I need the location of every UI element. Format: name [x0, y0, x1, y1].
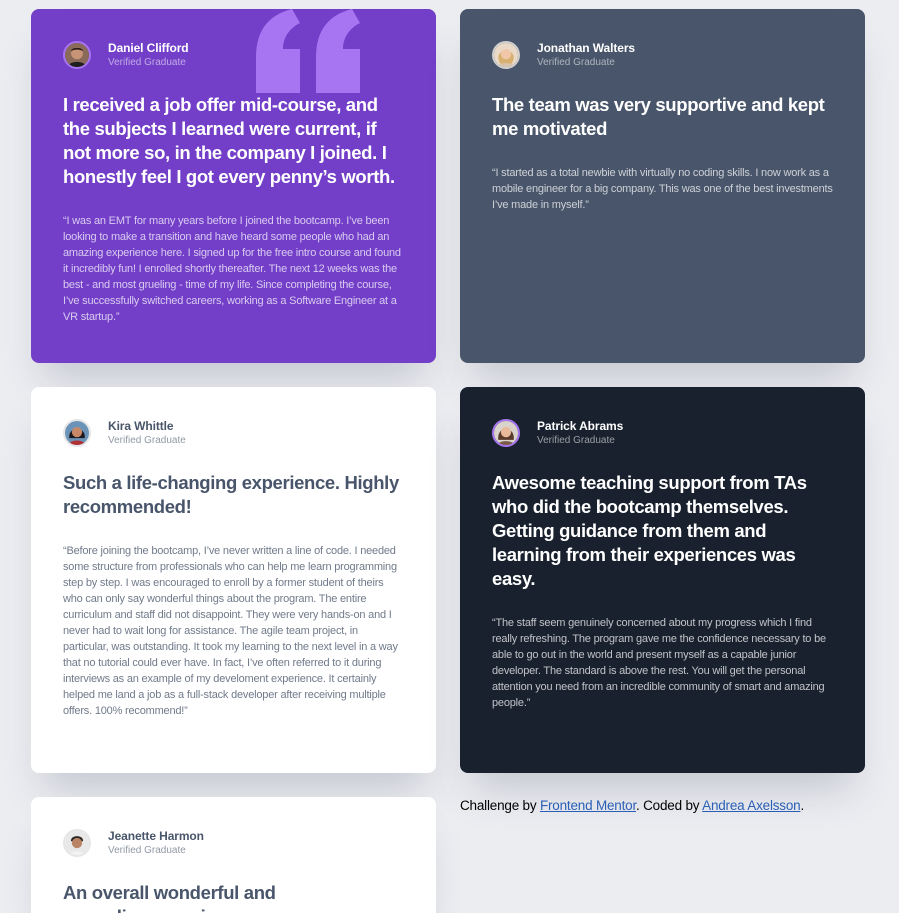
person-info: Patrick Abrams Verified Graduate: [492, 418, 833, 448]
attribution-middle: . Coded by: [636, 798, 703, 813]
person-name: Jeanette Harmon: [108, 828, 204, 843]
testimonial-headline: I received a job offer mid-course, and t…: [63, 94, 395, 187]
author-link[interactable]: Andrea Axelsson: [702, 798, 801, 813]
person-role: Verified Graduate: [537, 434, 615, 446]
person-info: Jonathan Walters Verified Graduate: [492, 40, 833, 70]
person-name: Daniel Clifford: [108, 40, 189, 55]
testimonial-headline: Awesome teaching support from TAs who di…: [492, 472, 807, 589]
testimonial-body: “The staff seem genuinely concerned abou…: [492, 617, 826, 709]
attribution-prefix: Challenge by: [460, 798, 540, 813]
person-role: Verified Graduate: [108, 434, 186, 446]
person-name: Jonathan Walters: [537, 40, 635, 55]
person-name: Patrick Abrams: [537, 418, 624, 433]
testimonial-card-patrick: Patrick Abrams Verified Graduate Awesome…: [460, 387, 865, 773]
avatar-blonde-person-icon: [492, 41, 520, 69]
avatar-person-dark-hair-icon: [63, 829, 91, 857]
testimonial-card-kira: Kira Whittle Verified Graduate Such a li…: [31, 387, 436, 773]
testimonial-headline: The team was very supportive and kept me…: [492, 94, 825, 139]
testimonial-card-jeanette: Jeanette Harmon Verified Graduate An ove…: [31, 797, 436, 913]
testimonial-headline: An overall wonderful and rewarding exper…: [63, 882, 276, 913]
attribution: Challenge by Frontend Mentor. Coded by A…: [460, 798, 804, 813]
testimonial-body: “Before joining the bootcamp, I’ve never…: [63, 545, 398, 717]
testimonials-page: Daniel Clifford Verified Graduate I rece…: [0, 0, 899, 913]
person-info: Jeanette Harmon Verified Graduate: [63, 828, 404, 858]
testimonial-card-jonathan: Jonathan Walters Verified Graduate The t…: [460, 9, 865, 363]
person-name: Kira Whittle: [108, 418, 174, 433]
testimonial-body: “I started as a total newbie with virtua…: [492, 167, 833, 211]
person-info: Kira Whittle Verified Graduate: [63, 418, 404, 448]
person-role: Verified Graduate: [108, 844, 186, 856]
testimonial-card-daniel: Daniel Clifford Verified Graduate I rece…: [31, 9, 436, 363]
person-role: Verified Graduate: [108, 56, 186, 68]
testimonial-headline: Such a life-changing experience. Highly …: [63, 472, 399, 517]
avatar-woman-brown-hair-icon: [492, 419, 520, 447]
testimonial-body: “I was an EMT for many years before I jo…: [63, 215, 401, 323]
frontend-mentor-link[interactable]: Frontend Mentor: [540, 798, 636, 813]
person-role: Verified Graduate: [537, 56, 615, 68]
avatar-woman-dark-hair-icon: [63, 419, 91, 447]
attribution-suffix: .: [800, 798, 805, 813]
avatar-man-dark-hair-icon: [63, 41, 91, 69]
person-info: Daniel Clifford Verified Graduate: [63, 40, 404, 70]
